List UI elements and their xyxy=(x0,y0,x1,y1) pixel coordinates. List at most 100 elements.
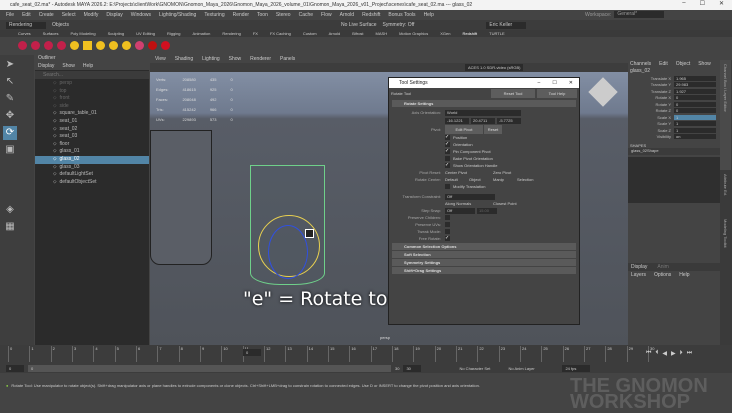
menu-toon[interactable]: Toon xyxy=(257,12,268,18)
shelf-icon[interactable] xyxy=(96,41,105,50)
anim-layer-dropdown[interactable]: No Anim Layer xyxy=(508,366,558,371)
tool-help-button[interactable]: Tool Help xyxy=(537,89,577,98)
channel-value[interactable]: 0 xyxy=(674,108,716,114)
workspace-dropdown[interactable]: General* xyxy=(614,11,665,18)
checkbox[interactable] xyxy=(445,215,450,220)
paint-select-icon[interactable]: ✎ xyxy=(3,92,17,106)
radio-manip[interactable]: Manip xyxy=(493,177,517,182)
outliner-item[interactable]: ⬦ side xyxy=(35,103,149,111)
checkbox[interactable]: ✓ xyxy=(445,149,450,154)
menu-create[interactable]: Create xyxy=(39,12,54,18)
checkbox[interactable] xyxy=(445,229,450,234)
play-icon[interactable]: ▶ xyxy=(671,350,676,357)
shelf-tab-uv-editing[interactable]: UV Editing xyxy=(136,31,155,36)
outliner-item[interactable]: ⬦ top xyxy=(35,88,149,96)
checkbox[interactable] xyxy=(445,222,450,227)
radio-zero-pivot[interactable]: Zero Pivot xyxy=(493,170,511,175)
menu-show[interactable]: Show xyxy=(62,63,75,69)
fps-dropdown[interactable]: 24 fps xyxy=(562,364,591,372)
checkbox[interactable]: ✓ xyxy=(445,163,450,168)
channel-value[interactable]: 1 xyxy=(674,121,716,127)
viewport-menu-renderer[interactable]: Renderer xyxy=(250,56,271,62)
menu-cache[interactable]: Cache xyxy=(299,12,313,18)
shelf-tab-animation[interactable]: Animation xyxy=(193,31,211,36)
shelf-tab-rendering[interactable]: Rendering xyxy=(222,31,240,36)
rotate-manipulator-axis[interactable] xyxy=(268,225,308,279)
axis-z-field[interactable]: -5.7725 xyxy=(497,117,521,124)
side-tab[interactable]: Attribute Ed. xyxy=(720,170,731,215)
radio-center-pivot[interactable]: Center Pivot xyxy=(445,170,493,175)
axis-orientation-dropdown[interactable]: World xyxy=(445,109,521,116)
maximize-button[interactable]: ☐ xyxy=(700,0,705,7)
ts-minimize[interactable]: – xyxy=(538,78,541,88)
shelf-tab-turtle[interactable]: TURTLE xyxy=(489,31,504,36)
modify-translation-checkbox[interactable] xyxy=(445,184,450,189)
menu-redshift[interactable]: Redshift xyxy=(362,12,380,18)
live-surface[interactable]: No Live Surface xyxy=(341,22,377,28)
step-forward-icon[interactable]: ⏵ xyxy=(680,350,683,357)
shelf-tab-curves[interactable]: Curves xyxy=(18,31,31,36)
shelf-tab-fx[interactable]: FX xyxy=(253,31,258,36)
channel-row[interactable]: Rotate X0 xyxy=(628,95,720,102)
radio-default[interactable]: Default xyxy=(445,177,469,182)
section-common-selection-options[interactable]: Common Selection Options xyxy=(392,243,576,250)
tab-display[interactable]: Display xyxy=(631,264,647,270)
outliner-item[interactable]: ⬦ persp xyxy=(35,80,149,88)
channel-menu-edit[interactable]: Edit xyxy=(659,61,668,67)
channel-row[interactable]: Rotate Z0 xyxy=(628,108,720,115)
channel-row[interactable]: Scale Y1 xyxy=(628,121,720,128)
channel-value[interactable]: 1.927 xyxy=(674,88,716,94)
shelf-tab-bifrost[interactable]: Bifrost xyxy=(352,31,363,36)
section-symmetry-settings[interactable]: Symmetry Settings xyxy=(392,259,576,266)
shelf-tab-poly-modeling[interactable]: Poly Modeling xyxy=(70,31,95,36)
menu-file[interactable]: File xyxy=(6,12,14,18)
channel-row[interactable]: Visibility on xyxy=(628,134,720,141)
shelf-icon[interactable] xyxy=(161,41,170,50)
menu-modify[interactable]: Modify xyxy=(84,12,99,18)
outliner-item[interactable]: ⬦ glass_02 xyxy=(35,155,149,164)
step-snap-value[interactable]: 15.00 xyxy=(477,207,497,214)
range-slider[interactable]: 0 0 30 30 No Character Set No Anim Layer… xyxy=(0,363,732,373)
range-end-field[interactable]: 30 xyxy=(403,364,422,372)
outliner-item[interactable]: ⬦ defaultLightSet xyxy=(35,171,149,179)
shelf-icon[interactable] xyxy=(18,41,27,50)
section-soft-selection[interactable]: Soft Selection xyxy=(392,251,576,258)
channel-menu-channels[interactable]: Channels xyxy=(630,61,651,67)
time-slider[interactable]: 0123456789101112131415161718192021222324… xyxy=(0,345,732,363)
radio-selection[interactable]: Selection xyxy=(517,177,533,182)
radio-object[interactable]: Object xyxy=(469,177,493,182)
channel-row[interactable]: Translate Z 1.927 xyxy=(628,88,720,95)
shelf-tab-mash[interactable]: MASH xyxy=(376,31,388,36)
channel-value[interactable]: on xyxy=(674,134,716,140)
shelf-tab-motion-graphics[interactable]: Motion Graphics xyxy=(399,31,428,36)
viewcube[interactable] xyxy=(588,77,618,107)
menu-options[interactable]: Options xyxy=(654,272,671,278)
menu-stereo[interactable]: Stereo xyxy=(276,12,291,18)
channel-value[interactable]: 0 xyxy=(674,95,716,101)
radio-closest-point[interactable]: Closest Point xyxy=(493,201,517,206)
section-rotate-settings[interactable]: Rotate Settings xyxy=(392,100,576,107)
channel-row[interactable]: Translate X 1.965 xyxy=(628,75,720,82)
shelf-icon[interactable] xyxy=(57,41,66,50)
channel-value[interactable]: 1 xyxy=(674,114,716,120)
shelf-icon[interactable] xyxy=(44,41,53,50)
shelf-tab-custom[interactable]: Custom xyxy=(303,31,317,36)
step-snap-dropdown[interactable]: Off xyxy=(445,207,475,214)
menu-help[interactable]: Help xyxy=(83,63,93,69)
rotate-tool-icon[interactable]: ⟳ xyxy=(3,126,17,140)
user-account[interactable]: Eric Keller xyxy=(486,21,527,29)
radio-along-normals[interactable]: Along Normals xyxy=(445,201,493,206)
menu-texturing[interactable]: Texturing xyxy=(204,12,224,18)
menu-windows[interactable]: Windows xyxy=(131,12,151,18)
axis-y-field[interactable]: 20.4711 xyxy=(471,117,495,124)
menu-render[interactable]: Render xyxy=(233,12,249,18)
shelf-icon[interactable] xyxy=(148,41,157,50)
viewport-menu-view[interactable]: View xyxy=(155,56,166,62)
menu-display[interactable]: Display xyxy=(38,63,54,69)
outliner-item[interactable]: ⬦ seat_01 xyxy=(35,118,149,126)
step-back-icon[interactable]: ⏴ xyxy=(655,350,658,357)
menu-help[interactable]: Help xyxy=(424,12,434,18)
outliner-item[interactable]: ⬦ glass_01 xyxy=(35,148,149,156)
shelf-tab-rigging[interactable]: Rigging xyxy=(167,31,181,36)
menu-flow[interactable]: Flow xyxy=(321,12,332,18)
